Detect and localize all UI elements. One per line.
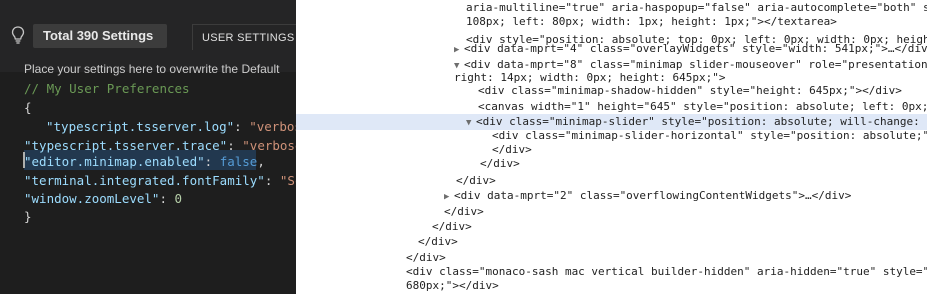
settings-count-label: Total 390 Settings xyxy=(33,24,167,48)
dom-node-row[interactable]: <div class="minimap-shadow-hidden" style… xyxy=(296,83,927,99)
setting-sep: : xyxy=(234,119,250,134)
setting-value: "verbose" xyxy=(242,138,296,153)
dom-node-row[interactable]: </div> xyxy=(296,204,927,220)
settings-info-text: Place your settings here to overwrite th… xyxy=(24,62,280,76)
dom-node-row[interactable]: </div> xyxy=(296,173,927,189)
code-line[interactable]: "typescript.tsserver.log": "verbose" xyxy=(46,117,296,136)
dom-node-text: <div data-mprt="4" class="overlayWidgets… xyxy=(464,42,927,55)
dom-node-row[interactable]: <canvas width="1" height="645" style="po… xyxy=(296,99,927,115)
setting-key: "terminal.integrated.fontFamily" xyxy=(24,173,265,188)
dom-node-text: <div class="minimap-slider" style="posit… xyxy=(476,115,920,128)
expand-arrow-icon[interactable]: ▶ xyxy=(444,189,454,205)
code-comment: // My User Preferences xyxy=(24,81,190,96)
setting-value: 0 xyxy=(174,191,183,206)
dom-node-text: </div> xyxy=(456,174,496,187)
dom-node-row[interactable]: </div> xyxy=(296,219,927,235)
dom-node-text: </div> xyxy=(418,235,458,248)
setting-trail: , xyxy=(257,154,265,169)
setting-value: false xyxy=(219,154,258,169)
dom-node-text: </div> xyxy=(444,205,484,218)
dom-node-text: </div> xyxy=(480,157,520,170)
dom-node-text: <div data-mprt="2" class="overflowingCon… xyxy=(454,189,852,202)
expand-arrow-icon[interactable]: ▶ xyxy=(454,42,464,58)
setting-value: "verbose" xyxy=(249,119,296,134)
settings-editor: Total 390 Settings USER SETTINGS Place y… xyxy=(0,0,296,294)
code-line[interactable]: "window.zoomLevel": 0 xyxy=(24,189,182,208)
devtools-elements-panel: aria-multiline="true" aria-haspopup="fal… xyxy=(296,0,927,294)
code-line[interactable]: "terminal.integrated.fontFamily": "Sou xyxy=(24,171,296,190)
setting-sep: : xyxy=(264,173,280,188)
setting-key: "typescript.tsserver.log" xyxy=(46,119,235,134)
lightbulb-icon[interactable] xyxy=(11,26,25,44)
dom-node-row[interactable]: ▶ <div data-mprt="4" class="overlayWidget… xyxy=(296,41,927,57)
setting-key: "typescript.tsserver.trace" xyxy=(24,138,228,153)
dom-node-text: </div> xyxy=(432,220,472,233)
dom-node-text: </div> xyxy=(492,143,532,156)
dom-node-text: aria-multiline="true" aria-haspopup="fal… xyxy=(466,1,927,14)
dom-node-text: 680px;"></div> xyxy=(406,279,499,292)
dom-node-text: <div class="minimap-slider-horizontal" s… xyxy=(492,129,927,142)
code-open-brace: { xyxy=(24,100,32,115)
dom-node-row[interactable]: 108px; left: 80px; width: 1px; height: 1… xyxy=(296,14,927,30)
setting-value: "Sou xyxy=(279,173,296,188)
dom-node-row[interactable]: </div> xyxy=(296,234,927,250)
setting-key: "editor.minimap.enabled" xyxy=(24,154,205,169)
setting-sep: : xyxy=(204,154,220,169)
setting-sep: : xyxy=(159,191,175,206)
dom-node-text: <div class="monaco-sash mac vertical bui… xyxy=(406,265,927,278)
dom-node-row[interactable]: </div> xyxy=(296,156,927,172)
setting-sep: : xyxy=(227,138,243,153)
dom-node-row[interactable]: ▶ <div data-mprt="2" class="overflowingCo… xyxy=(296,188,927,204)
dom-node-text: <div class="minimap-shadow-hidden" style… xyxy=(478,84,902,97)
dom-node-text: 108px; left: 80px; width: 1px; height: 1… xyxy=(466,15,837,28)
code-close-brace: } xyxy=(24,209,32,224)
dom-node-text: <canvas width="1" height="645" style="po… xyxy=(478,100,927,113)
code-line[interactable]: "editor.minimap.enabled": false, xyxy=(24,152,265,171)
tab-user-settings[interactable]: USER SETTINGS xyxy=(192,24,296,50)
setting-key: "window.zoomLevel" xyxy=(24,191,160,206)
dom-node-row[interactable]: 680px;"></div> xyxy=(296,278,927,294)
dom-node-text: </div> xyxy=(406,251,446,264)
